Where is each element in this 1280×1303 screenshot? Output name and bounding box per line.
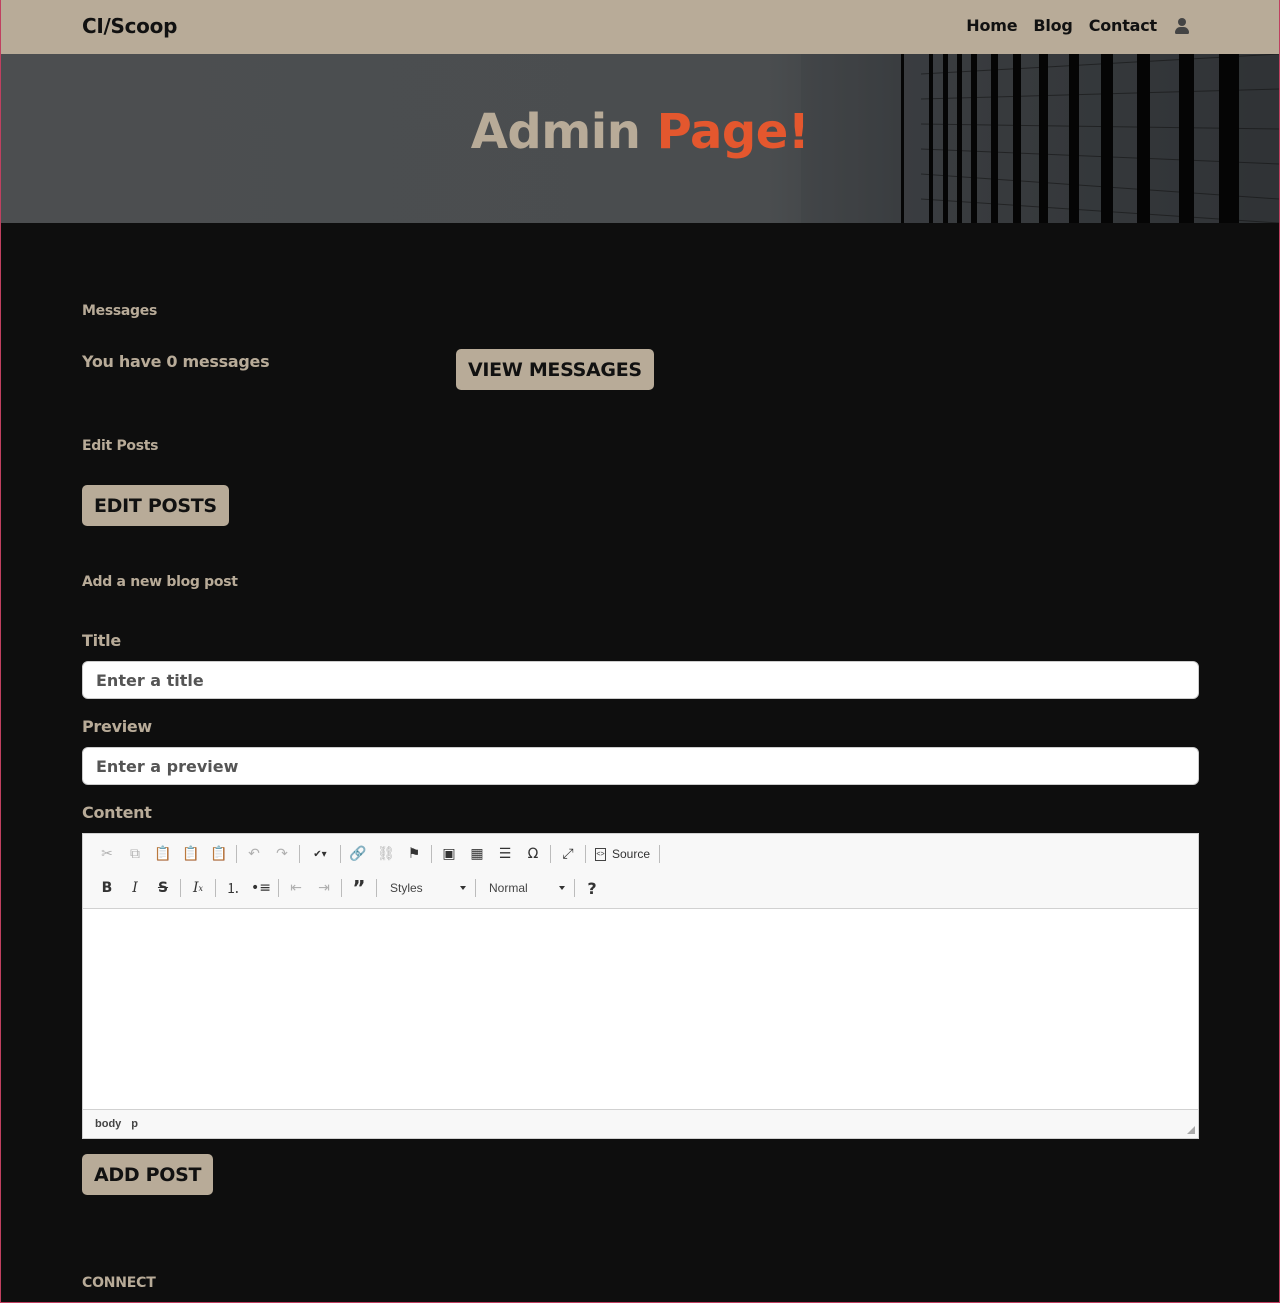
- strikethrough-icon[interactable]: S: [149, 876, 177, 900]
- bold-icon[interactable]: B: [93, 876, 121, 900]
- title-label: Title: [82, 631, 121, 650]
- horizontal-rule-icon[interactable]: ☰: [491, 842, 519, 866]
- bulleted-list-icon[interactable]: •≡: [247, 876, 275, 900]
- styles-dropdown[interactable]: Styles: [380, 877, 472, 899]
- connect-heading: CONNECT: [82, 1275, 156, 1291]
- preview-input[interactable]: [82, 747, 1199, 785]
- hero-banner: Admin Page!: [1, 54, 1279, 223]
- message-count: You have 0 messages: [82, 352, 270, 371]
- editor-toolbar: ✂ ⧉ 📋 📋 📋 ↶ ↷ ✔▾ 🔗 ⛓ ⚑ ▣ ▦ ☰ Ω ⤢ <> Sour…: [83, 834, 1198, 909]
- preview-label: Preview: [82, 717, 152, 736]
- undo-icon[interactable]: ↶: [240, 842, 268, 866]
- unlink-icon[interactable]: ⛓: [372, 842, 400, 866]
- source-label: Source: [612, 847, 651, 861]
- numbered-list-icon[interactable]: ⒈: [219, 876, 247, 900]
- redo-icon[interactable]: ↷: [268, 842, 296, 866]
- editor-status-bar: body p: [83, 1109, 1198, 1138]
- paste-word-icon[interactable]: 📋: [205, 842, 233, 866]
- nav-link-contact[interactable]: Contact: [1089, 16, 1158, 35]
- edit-posts-heading: Edit Posts: [82, 438, 159, 454]
- page-title-part1: Admin: [470, 104, 641, 160]
- content-label: Content: [82, 803, 152, 822]
- user-icon[interactable]: [1175, 17, 1189, 35]
- page-title-part2: Page!: [656, 104, 810, 160]
- link-icon[interactable]: 🔗: [344, 842, 372, 866]
- messages-heading: Messages: [82, 303, 157, 319]
- blockquote-icon[interactable]: ”: [345, 876, 373, 900]
- nav-link-home[interactable]: Home: [966, 16, 1017, 35]
- chevron-down-icon: [559, 886, 565, 890]
- navbar: CI/Scoop Home Blog Contact: [1, 0, 1279, 54]
- italic-icon[interactable]: I: [121, 876, 149, 900]
- path-item-p[interactable]: p: [131, 1118, 138, 1130]
- view-messages-button[interactable]: VIEW MESSAGES: [456, 349, 654, 390]
- source-icon: <>: [595, 847, 606, 861]
- outdent-icon[interactable]: ⇤: [282, 876, 310, 900]
- resize-handle-icon[interactable]: [1187, 1126, 1195, 1134]
- nav-links: Home Blog Contact: [950, 16, 1189, 35]
- editor-toolbar-row-1: ✂ ⧉ 📋 📋 📋 ↶ ↷ ✔▾ 🔗 ⛓ ⚑ ▣ ▦ ☰ Ω ⤢ <> Sour…: [93, 842, 663, 866]
- title-input[interactable]: [82, 661, 1199, 699]
- spellcheck-icon[interactable]: ✔▾: [303, 842, 337, 866]
- cut-icon[interactable]: ✂: [93, 842, 121, 866]
- indent-icon[interactable]: ⇥: [310, 876, 338, 900]
- edit-posts-button[interactable]: EDIT POSTS: [82, 485, 229, 526]
- copy-icon[interactable]: ⧉: [121, 842, 149, 866]
- remove-format-icon[interactable]: Ix: [184, 876, 212, 900]
- path-item-body[interactable]: body: [95, 1118, 121, 1130]
- maximize-icon[interactable]: ⤢: [554, 842, 582, 866]
- help-icon[interactable]: ?: [578, 876, 606, 900]
- brand-link[interactable]: CI/Scoop: [82, 14, 177, 38]
- editor-toolbar-row-2: B I S Ix ⒈ •≡ ⇤ ⇥ ” Styles Normal ?: [93, 876, 606, 900]
- content-editor: ✂ ⧉ 📋 📋 📋 ↶ ↷ ✔▾ 🔗 ⛓ ⚑ ▣ ▦ ☰ Ω ⤢ <> Sour…: [82, 833, 1199, 1139]
- styles-dropdown-label: Styles: [390, 881, 423, 895]
- editor-content-area[interactable]: [83, 909, 1198, 1109]
- chevron-down-icon: [460, 886, 466, 890]
- special-char-icon[interactable]: Ω: [519, 842, 547, 866]
- format-dropdown[interactable]: Normal: [479, 877, 571, 899]
- add-post-button[interactable]: ADD POST: [82, 1154, 214, 1195]
- page-title: Admin Page!: [1, 104, 1279, 160]
- anchor-icon[interactable]: ⚑: [400, 842, 428, 866]
- format-dropdown-label: Normal: [489, 881, 528, 895]
- paste-text-icon[interactable]: 📋: [177, 842, 205, 866]
- paste-icon[interactable]: 📋: [149, 842, 177, 866]
- nav-link-blog[interactable]: Blog: [1033, 16, 1073, 35]
- table-icon[interactable]: ▦: [463, 842, 491, 866]
- image-icon[interactable]: ▣: [435, 842, 463, 866]
- new-post-heading: Add a new blog post: [82, 574, 238, 590]
- source-button[interactable]: <> Source: [589, 847, 656, 861]
